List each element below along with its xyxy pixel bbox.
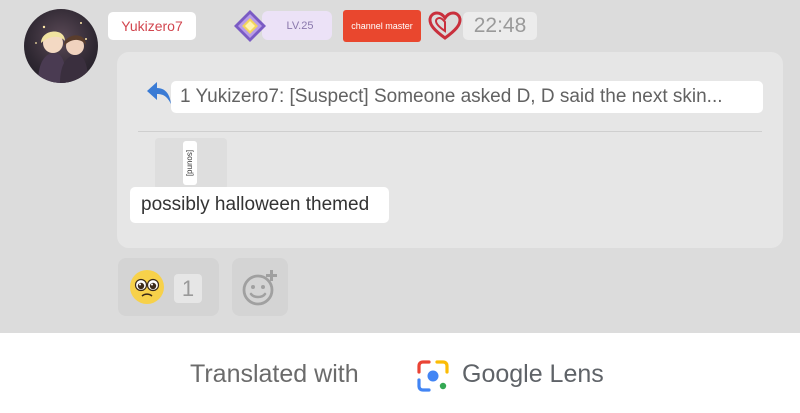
level-diamond-icon — [234, 10, 266, 42]
pleading-face-icon — [130, 270, 164, 304]
sound-sticker-tag: [sound] — [183, 141, 197, 185]
level-badge: LV.25 — [262, 11, 332, 40]
message-time: 22:48 — [463, 12, 537, 40]
add-reaction-icon — [242, 270, 277, 306]
message-text: possibly halloween themed — [130, 187, 389, 223]
google-lens-icon — [417, 360, 449, 392]
card-divider — [138, 131, 762, 132]
channel-master-badge: channel master — [343, 10, 421, 42]
heart-icon — [428, 11, 462, 40]
translated-with-label: Translated with — [190, 360, 359, 388]
reply-arrow-icon — [147, 82, 171, 104]
avatar-image — [35, 22, 88, 83]
username[interactable]: Yukizero7 — [108, 12, 196, 40]
google-lens-brand: Google Lens — [462, 360, 604, 388]
translation-footer — [0, 333, 800, 413]
quoted-message[interactable]: 1 Yukizero7: [Suspect] Someone asked D, … — [171, 81, 763, 113]
reaction-count: 1 — [174, 274, 202, 303]
avatar[interactable] — [24, 9, 98, 83]
sound-sticker-label: [sound] — [185, 149, 195, 177]
